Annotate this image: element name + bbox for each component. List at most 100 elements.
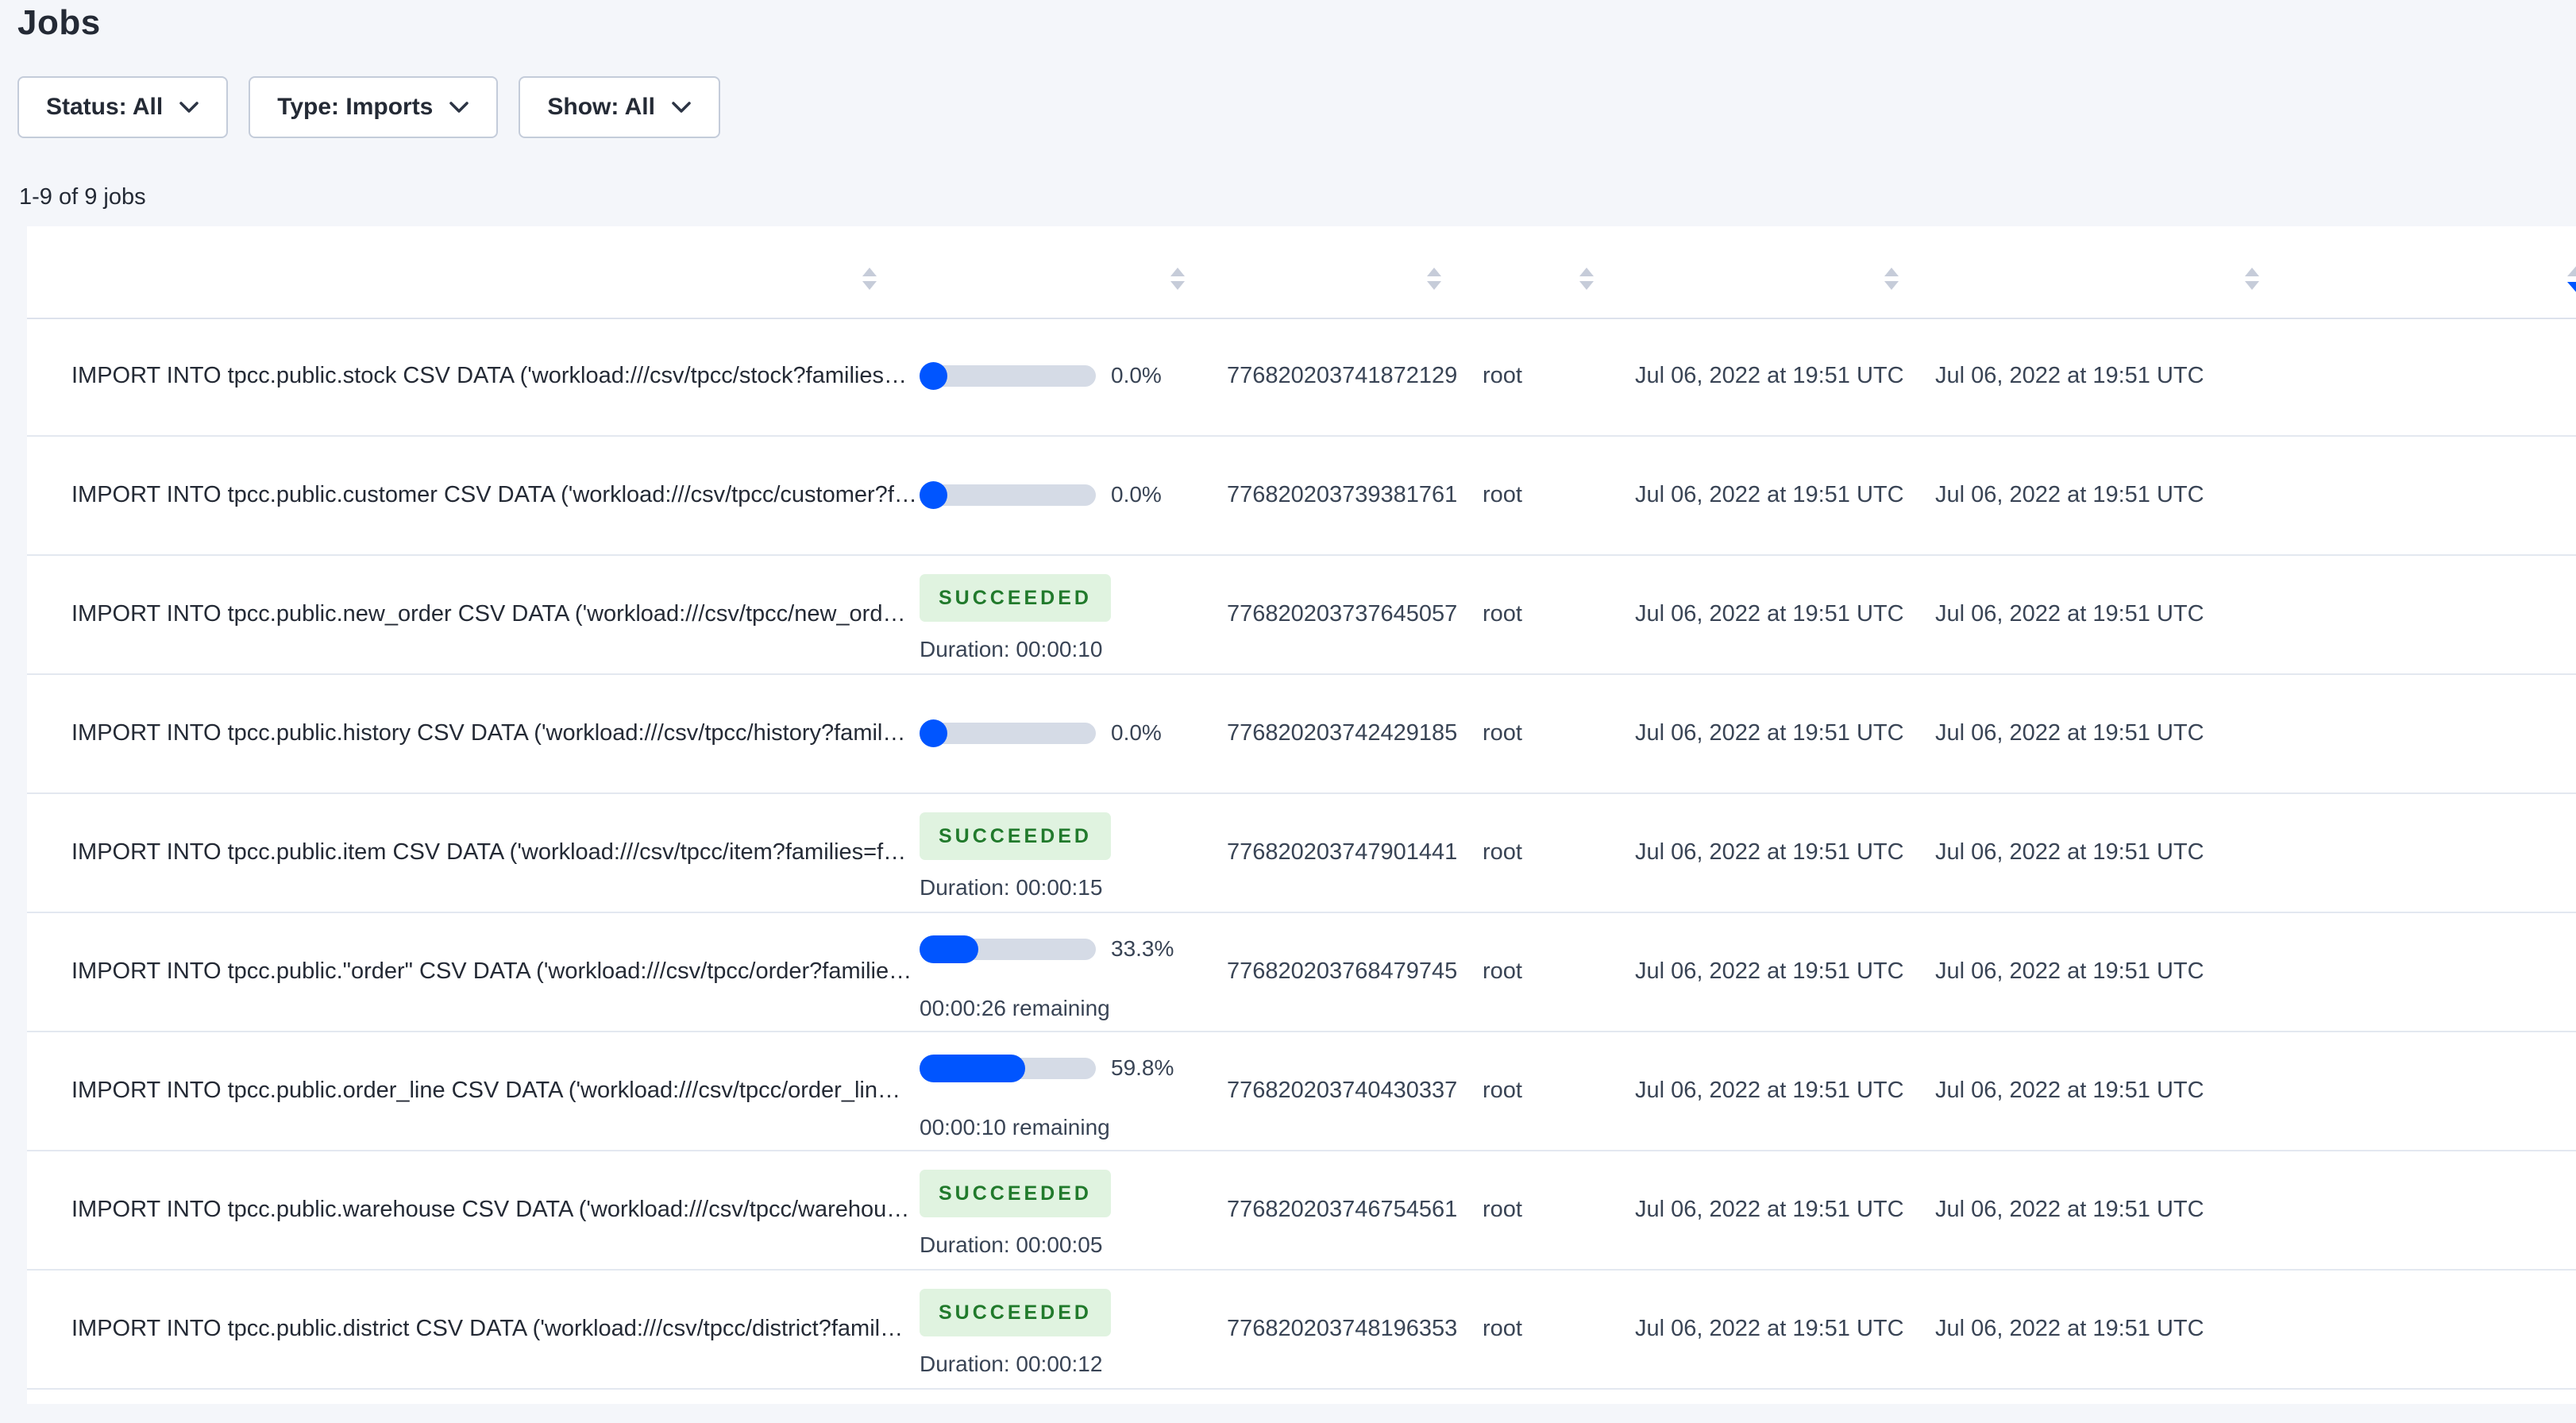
- job-description-link[interactable]: IMPORT INTO tpcc.public.customer CSV DAT…: [71, 482, 917, 508]
- sort-icon[interactable]: [1884, 268, 1899, 290]
- last-execution-time-cell: Jul 06, 2022 at 19:51 UTC: [1935, 720, 2204, 746]
- last-execution-time-cell: Jul 06, 2022 at 19:51 UTC: [1935, 363, 2204, 388]
- job-progress-bar: [920, 362, 1096, 390]
- sort-icon[interactable]: [1426, 268, 1442, 290]
- sort-up-icon: [1884, 268, 1899, 276]
- job-description-link[interactable]: IMPORT INTO tpcc.public."order" CSV DATA…: [71, 958, 912, 985]
- job-progress-percent: 0.0%: [1111, 720, 1162, 745]
- table-row: IMPORT INTO tpcc.public.order_line CSV D…: [27, 1032, 2576, 1151]
- status-filter-dropdown[interactable]: Status: All: [17, 76, 229, 138]
- job-description-link[interactable]: IMPORT INTO tpcc.public.district CSV DAT…: [71, 1316, 903, 1342]
- job-remaining-time: 00:00:26 remaining: [920, 996, 1110, 1020]
- user-cell: root: [1483, 1078, 1522, 1103]
- job-description-link[interactable]: IMPORT INTO tpcc.public.stock CSV DATA (…: [71, 363, 907, 389]
- sort-icon[interactable]: [2244, 268, 2260, 290]
- table-row: IMPORT INTO tpcc.public.new_order CSV DA…: [27, 556, 2576, 675]
- type-filter-label: Type: Imports: [277, 94, 434, 120]
- creation-time-cell: Jul 06, 2022 at 19:51 UTC: [1635, 839, 1904, 865]
- table-row: IMPORT INTO tpcc.public."order" CSV DATA…: [27, 913, 2576, 1032]
- job-progress-bar: [920, 719, 1096, 747]
- job-description-link[interactable]: IMPORT INTO tpcc.public.order_line CSV D…: [71, 1078, 900, 1104]
- job-description-link[interactable]: IMPORT INTO tpcc.public.history CSV DATA…: [71, 720, 905, 746]
- chevron-down-icon: [179, 94, 199, 121]
- user-cell: root: [1483, 958, 1522, 984]
- job-duration: Duration: 00:00:15: [920, 875, 1103, 900]
- job-id-cell: 776820203748196353: [1227, 1316, 1458, 1341]
- jobs-table-body: IMPORT INTO tpcc.public.stock CSV DATA (…: [27, 318, 2576, 1390]
- creation-time-cell: Jul 06, 2022 at 19:51 UTC: [1635, 958, 1904, 984]
- chevron-down-icon: [671, 94, 692, 121]
- user-cell: root: [1483, 601, 1522, 627]
- creation-time-cell: Jul 06, 2022 at 19:51 UTC: [1635, 720, 1904, 746]
- job-duration: Duration: 00:00:10: [920, 637, 1103, 661]
- job-duration: Duration: 00:00:05: [920, 1232, 1103, 1257]
- user-cell: root: [1483, 363, 1522, 388]
- job-progress-percent: 0.0%: [1111, 482, 1162, 507]
- chevron-down-icon: [449, 94, 469, 121]
- creation-time-cell: Jul 06, 2022 at 19:51 UTC: [1635, 363, 1904, 388]
- job-description-link[interactable]: IMPORT INTO tpcc.public.new_order CSV DA…: [71, 601, 905, 627]
- user-cell: root: [1483, 482, 1522, 507]
- sort-down-icon: [862, 281, 877, 290]
- job-id-cell: 776820203746754561: [1227, 1197, 1458, 1222]
- sort-down-icon: [2245, 281, 2259, 290]
- table-row: IMPORT INTO tpcc.public.district CSV DAT…: [27, 1271, 2576, 1390]
- jobs-count: 1-9 of 9 jobs: [19, 184, 146, 210]
- sort-down-icon: [1170, 281, 1185, 290]
- job-progress-bar: [920, 481, 1096, 509]
- job-progress-fill: [920, 935, 978, 963]
- sort-up-icon: [1579, 268, 1594, 276]
- last-execution-time-cell: Jul 06, 2022 at 19:51 UTC: [1935, 1316, 2204, 1341]
- sort-up-icon: [1427, 268, 1441, 276]
- user-cell: root: [1483, 839, 1522, 865]
- sort-icon[interactable]: [1579, 268, 1595, 290]
- user-cell: root: [1483, 720, 1522, 746]
- sort-up-icon: [2567, 264, 2576, 276]
- table-row: IMPORT INTO tpcc.public.item CSV DATA ('…: [27, 794, 2576, 913]
- job-id-cell: 776820203739381761: [1227, 482, 1458, 507]
- status-badge: SUCCEEDED: [920, 812, 1111, 860]
- table-row: IMPORT INTO tpcc.public.stock CSV DATA (…: [27, 318, 2576, 437]
- status-filter-label: Status: All: [46, 94, 164, 120]
- job-id-cell: 776820203741872129: [1227, 363, 1458, 388]
- creation-time-cell: Jul 06, 2022 at 19:51 UTC: [1635, 482, 1904, 507]
- job-progress-percent: 0.0%: [1111, 363, 1162, 388]
- job-progress-fill: [920, 1055, 1025, 1082]
- job-id-cell: 776820203742429185: [1227, 720, 1458, 746]
- last-execution-time-cell: Jul 06, 2022 at 19:51 UTC: [1935, 482, 2204, 507]
- sort-down-icon: [1884, 281, 1899, 290]
- jobs-table-header: [27, 226, 2576, 319]
- job-id-cell: 776820203768479745: [1227, 958, 1458, 984]
- last-execution-time-cell: Jul 06, 2022 at 19:51 UTC: [1935, 839, 2204, 865]
- job-progress-percent: 33.3%: [1111, 936, 1174, 961]
- status-badge: SUCCEEDED: [920, 1289, 1111, 1336]
- job-id-cell: 776820203740430337: [1227, 1078, 1458, 1103]
- last-execution-time-cell: Jul 06, 2022 at 19:51 UTC: [1935, 1078, 2204, 1103]
- job-id-cell: 776820203747901441: [1227, 839, 1458, 865]
- filters-bar: Status: All Type: Imports Show: All: [17, 76, 720, 138]
- creation-time-cell: Jul 06, 2022 at 19:51 UTC: [1635, 1078, 1904, 1103]
- table-row: IMPORT INTO tpcc.public.customer CSV DAT…: [27, 437, 2576, 556]
- type-filter-dropdown[interactable]: Type: Imports: [249, 76, 499, 138]
- status-badge: SUCCEEDED: [920, 574, 1111, 622]
- show-filter-label: Show: All: [547, 94, 655, 120]
- job-description-link[interactable]: IMPORT INTO tpcc.public.item CSV DATA ('…: [71, 839, 906, 866]
- sort-down-icon: [2567, 282, 2576, 294]
- job-progress-percent: 59.8%: [1111, 1055, 1174, 1080]
- user-cell: root: [1483, 1316, 1522, 1341]
- sort-icon[interactable]: [2567, 264, 2576, 294]
- job-progress-fill: [920, 719, 947, 747]
- sort-up-icon: [2245, 268, 2259, 276]
- show-filter-dropdown[interactable]: Show: All: [519, 76, 720, 138]
- last-execution-time-cell: Jul 06, 2022 at 19:51 UTC: [1935, 601, 2204, 627]
- job-duration: Duration: 00:00:12: [920, 1352, 1103, 1376]
- sort-icon[interactable]: [862, 268, 877, 290]
- job-description-link[interactable]: IMPORT INTO tpcc.public.warehouse CSV DA…: [71, 1197, 909, 1223]
- sort-icon[interactable]: [1170, 268, 1186, 290]
- last-execution-time-cell: Jul 06, 2022 at 19:51 UTC: [1935, 1197, 2204, 1222]
- sort-down-icon: [1579, 281, 1594, 290]
- creation-time-cell: Jul 06, 2022 at 19:51 UTC: [1635, 1197, 1904, 1222]
- sort-down-icon: [1427, 281, 1441, 290]
- sort-up-icon: [1170, 268, 1185, 276]
- jobs-table: IMPORT INTO tpcc.public.stock CSV DATA (…: [27, 226, 2576, 1404]
